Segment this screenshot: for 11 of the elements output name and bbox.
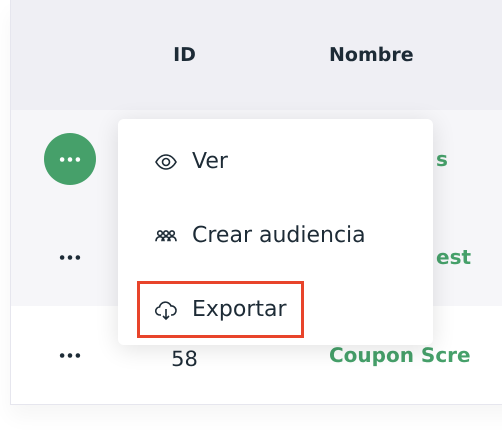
- menu-item[interactable]: Exportar: [137, 281, 304, 338]
- more-button[interactable]: [44, 133, 96, 185]
- table-cell: 58: [171, 347, 198, 371]
- more-icon: [59, 254, 81, 260]
- more-icon: [59, 156, 81, 162]
- menu-item[interactable]: Crear audiencia: [137, 207, 383, 264]
- people-icon: [154, 230, 178, 242]
- menu-item[interactable]: Ver: [137, 133, 245, 190]
- column-header: Nombre: [329, 44, 414, 66]
- more-icon: [59, 352, 81, 358]
- column-header: ID: [173, 44, 196, 66]
